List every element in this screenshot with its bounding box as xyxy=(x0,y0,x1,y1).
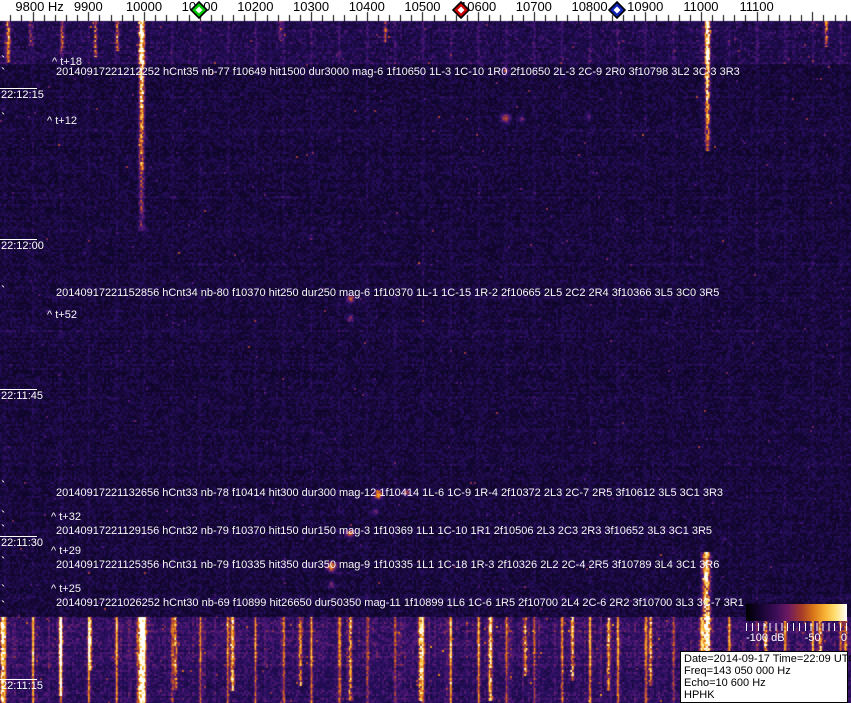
time-label: 22:12:00 xyxy=(1,240,44,252)
colorbar-min-label: -100 dB xyxy=(746,632,785,644)
green-diamond-marker[interactable] xyxy=(190,1,208,19)
time-label: 22:12:15 xyxy=(1,89,44,101)
relative-time-text: ^ t+52 xyxy=(47,310,77,321)
edge-tick-mark: ` xyxy=(1,526,5,534)
edge-tick-mark: ` xyxy=(1,482,5,490)
info-date-time: Date=2014-09-17 Time=22:09 UTC xyxy=(684,653,847,665)
info-panel: Date=2014-09-17 Time=22:09 UTC Freq=143 … xyxy=(680,651,848,703)
edge-tick-mark: ` xyxy=(1,287,5,295)
freq-tick-label: 10700 xyxy=(516,0,552,13)
edge-tick-mark: ` xyxy=(1,57,5,65)
colorbar-ticks xyxy=(746,623,847,631)
time-label: 22:11:45 xyxy=(1,390,43,402)
blue-diamond-marker[interactable] xyxy=(608,1,626,19)
time-label: 22:11:15 xyxy=(1,680,43,692)
edge-tick-mark: ` xyxy=(1,114,5,122)
time-label: 22:11:30 xyxy=(1,537,43,549)
relative-time-text: ^ t+32 xyxy=(51,512,81,523)
colorbar-labels: -100 dB -50 0 xyxy=(746,632,847,644)
edge-tick-mark: ` xyxy=(1,512,5,520)
freq-tick-label: 10900 xyxy=(627,0,663,13)
info-frequency: Freq=143 050 000 Hz xyxy=(684,665,847,677)
red-diamond-marker[interactable] xyxy=(452,1,470,19)
freq-tick-label: 11000 xyxy=(683,0,718,13)
edge-tick-mark: ` xyxy=(1,602,5,610)
freq-tick-label: 9800 Hz xyxy=(15,0,63,13)
edge-tick-mark: ` xyxy=(1,586,5,594)
detection-text: 20140917221212252 hCnt35 nb-77 f10649 hi… xyxy=(56,67,740,78)
info-station: HPHK xyxy=(684,689,847,701)
detection-text: 20140917221026252 hCnt30 nb-69 f10899 hi… xyxy=(56,598,744,609)
edge-tick-mark: ` xyxy=(1,558,5,566)
colorbar-max-label: 0 xyxy=(841,632,847,644)
info-echo: Echo=10 600 Hz xyxy=(684,677,847,689)
colorbar-gradient xyxy=(746,604,847,621)
detection-text: 20140917221125356 hCnt31 nb-79 f10335 hi… xyxy=(56,560,719,571)
relative-time-text: ^ t+25 xyxy=(51,584,81,595)
freq-tick-label: 10200 xyxy=(237,0,273,13)
freq-tick-label: 11100 xyxy=(740,0,774,13)
freq-tick-label: 10500 xyxy=(404,0,440,13)
detection-text: 20140917221132656 hCnt33 nb-78 f10414 hi… xyxy=(56,488,723,499)
relative-time-text: ^ t+29 xyxy=(51,546,81,557)
freq-tick-label: 10000 xyxy=(126,0,162,13)
colorbar: -100 dB -50 0 xyxy=(746,604,847,644)
freq-tick-label: 10400 xyxy=(349,0,385,13)
relative-time-text: ^ t+12 xyxy=(47,116,77,127)
detection-text: 20140917221129156 hCnt32 nb-79 f10370 hi… xyxy=(56,526,712,537)
detection-text: 20140917221152856 hCnt34 nb-80 f10370 hi… xyxy=(56,288,719,299)
freq-tick-label: 10800 xyxy=(571,0,607,13)
freq-tick-label: 10300 xyxy=(293,0,329,13)
edge-tick-mark: ` xyxy=(1,69,5,77)
spectrogram-app-window: 9800 Hz990010000101001020010300104001050… xyxy=(0,0,851,703)
freq-tick-label: 9900 xyxy=(74,0,103,13)
colorbar-mid-label: -50 xyxy=(805,632,821,644)
